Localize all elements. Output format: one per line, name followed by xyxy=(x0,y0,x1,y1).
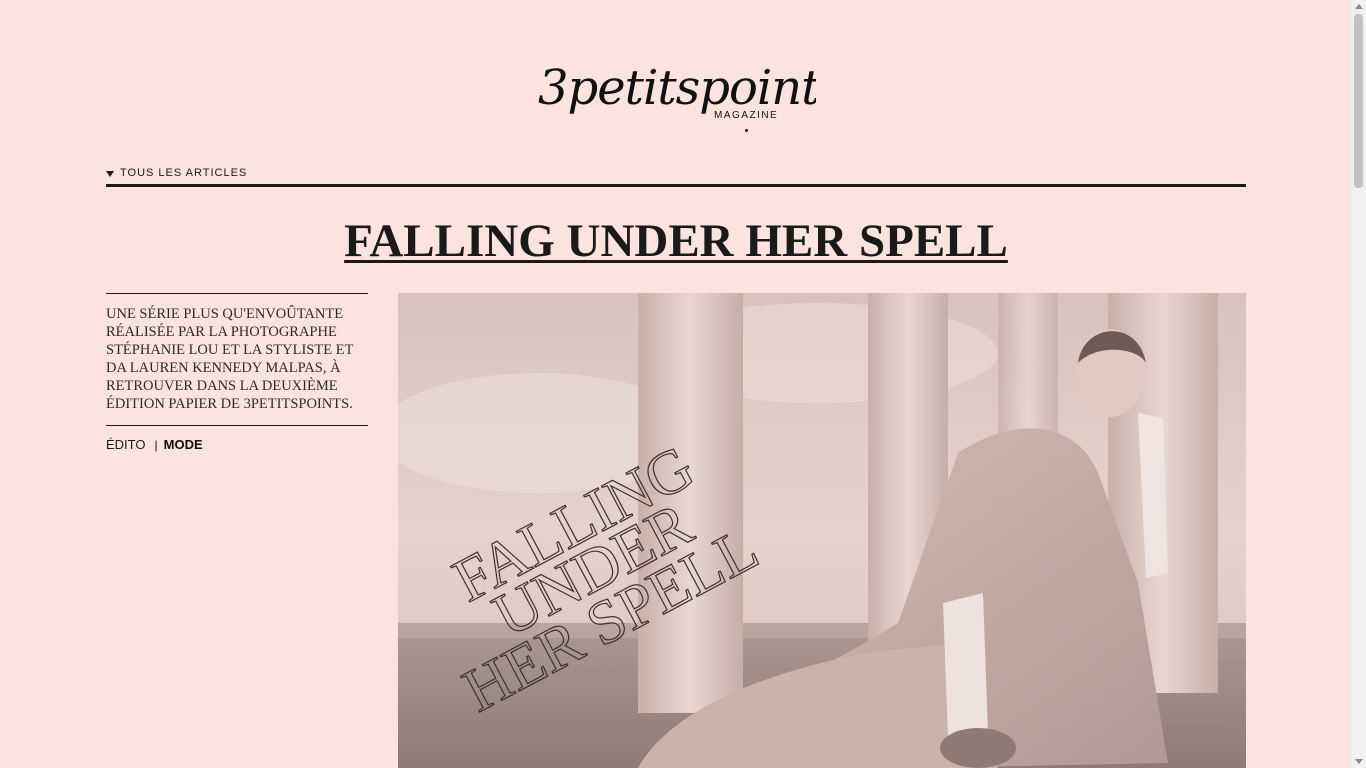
logo-dot xyxy=(745,129,748,132)
logo-subtitle: MAGAZINE xyxy=(714,110,779,121)
scrollbar-thumb[interactable] xyxy=(1354,14,1363,188)
tag-edito[interactable]: ÉDITO xyxy=(106,437,146,452)
excerpt-bottom-divider xyxy=(106,425,368,426)
all-articles-menu-toggle[interactable]: TOUS LES ARTICLES xyxy=(106,167,247,179)
triangle-down-icon xyxy=(106,171,114,177)
excerpt-top-divider xyxy=(106,293,368,294)
svg-text:3petitspoints: 3petitspoints xyxy=(538,60,816,116)
article-excerpt: UNE SÉRIE PLUS QU'ENVOÛTANTE RÉALISÉE PA… xyxy=(106,306,354,412)
tag-separator: | xyxy=(154,437,158,452)
page-scrollbar[interactable] xyxy=(1350,0,1366,768)
scroll-down-arrow-icon[interactable] xyxy=(1355,759,1363,764)
logo-wordmark: 3petitspoints xyxy=(538,60,816,116)
article-title-link[interactable]: FALLING UNDER HER SPELL xyxy=(344,215,1008,267)
all-articles-label: TOUS LES ARTICLES xyxy=(120,167,248,179)
tag-mode[interactable]: MODE xyxy=(164,437,203,452)
page: 3petitspoints MAGAZINE TOUS LES ARTICLES… xyxy=(0,0,1350,768)
header-divider xyxy=(106,184,1246,187)
article-title: FALLING UNDER HER SPELL xyxy=(106,212,1246,270)
scroll-up-arrow-icon[interactable] xyxy=(1355,4,1363,9)
site-logo[interactable]: 3petitspoints MAGAZINE xyxy=(536,52,816,136)
article-tags: ÉDITO | MODE xyxy=(106,437,203,452)
hero-image[interactable]: FALLING UNDER HER SPELL xyxy=(398,293,1246,768)
hero-photo: FALLING UNDER HER SPELL xyxy=(398,293,1246,768)
